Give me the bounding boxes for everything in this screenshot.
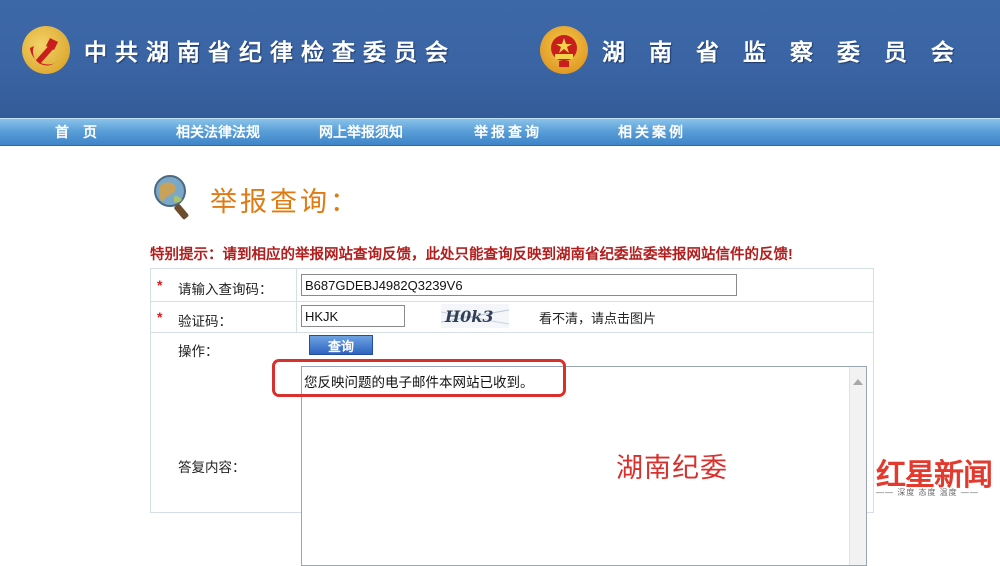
captcha-hint: 看不清，请点击图片 <box>539 311 657 326</box>
header-banner: 中共湖南省纪律检查委员会 湖南省监察委员会 <box>0 0 1000 118</box>
magnifier-globe-icon <box>150 172 196 222</box>
left-org-name: 中共湖南省纪律检查委员会 <box>84 40 456 66</box>
overlay-caption: 湖南纪委 <box>616 453 728 484</box>
query-button[interactable]: 查询 <box>309 335 373 355</box>
supervisory-commission: 湖南省监察委员会 <box>540 26 978 74</box>
watermark-tagline: —— 深度 态度 温度 —— <box>876 488 979 497</box>
reply-highlight-box <box>272 359 566 397</box>
nav-cases[interactable]: 相关案例 <box>618 122 686 142</box>
party-emblem-icon <box>22 26 70 74</box>
nav-home[interactable]: 首 页 <box>55 122 97 142</box>
query-code-row: * 请输入查询码： <box>151 269 873 302</box>
special-notice: 特别提示：请到相应的举报网站查询反馈，此处只能查询反映到湖南省纪委监委举报网站信… <box>150 247 793 263</box>
news-watermark: 红星新闻 —— 深度 态度 温度 —— <box>876 450 994 502</box>
query-code-label: 请输入查询码： <box>178 282 273 297</box>
scroll-up-arrow-icon[interactable] <box>853 379 863 385</box>
reply-label: 答复内容： <box>178 460 246 475</box>
captcha-input[interactable] <box>301 305 405 327</box>
required-mark: * <box>157 277 163 293</box>
action-label: 操作： <box>178 344 219 359</box>
action-row: 操作： 查询 <box>151 332 873 360</box>
nav-laws[interactable]: 相关法律法规 <box>176 122 260 142</box>
right-org-name: 湖南省监察委员会 <box>602 40 978 66</box>
required-mark: * <box>157 309 163 325</box>
nav-report-query[interactable]: 举报查询 <box>474 122 542 142</box>
captcha-row: * 验证码： H0k3 看不清，请点击图片 <box>151 301 873 333</box>
nav-report-guide[interactable]: 网上举报须知 <box>319 122 403 142</box>
captcha-image[interactable]: H0k3 <box>440 304 510 328</box>
captcha-text: H0k3 <box>444 307 493 326</box>
cpc-discipline-commission: 中共湖南省纪律检查委员会 <box>22 26 456 74</box>
national-emblem-icon <box>540 26 588 74</box>
page-title: 举报查询： <box>210 187 360 218</box>
main-nav: 首 页 相关法律法规 网上举报须知 举报查询 相关案例 <box>0 118 1000 146</box>
textarea-scrollbar[interactable] <box>849 367 866 565</box>
captcha-label: 验证码： <box>178 314 232 329</box>
query-code-input[interactable] <box>301 274 737 296</box>
